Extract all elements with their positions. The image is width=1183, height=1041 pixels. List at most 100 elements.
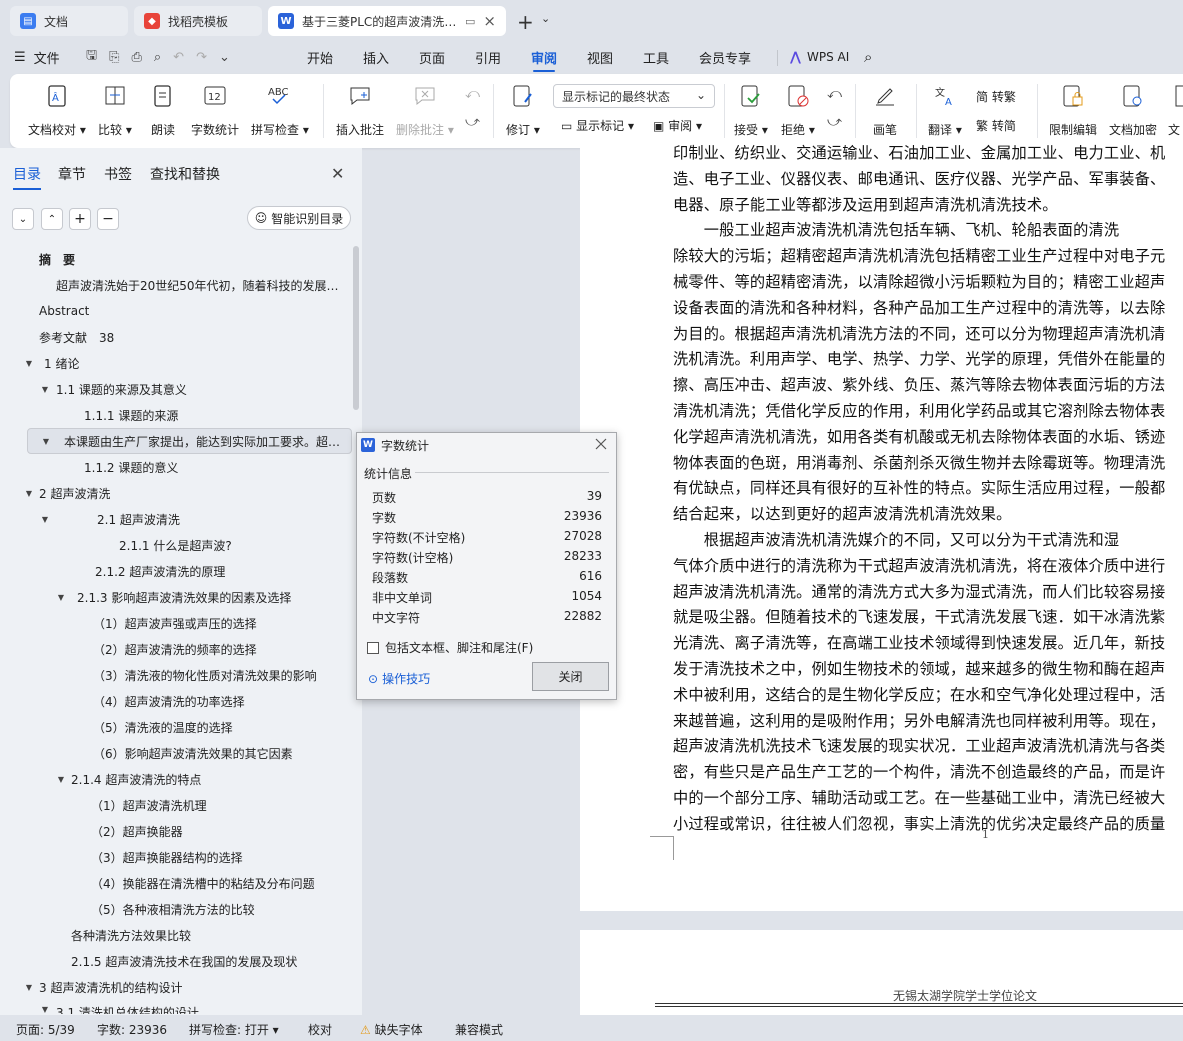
toc-item[interactable]: （4）换能器在清洗槽中的粘结及分布问题 [91,870,315,896]
toc-item[interactable]: （6）影响超声波清洗效果的其它因素 [93,740,293,766]
caret-down-icon[interactable]: ▼ [56,592,66,602]
toc-item[interactable]: （3）清洗液的物化性质对清洗效果的影响 [93,662,317,688]
toc-item[interactable]: 2.1.2 超声波清洗的原理 [95,558,225,584]
include-textbox-checkbox[interactable]: 包括文本框、脚注和尾注(F) [367,639,533,656]
close-button[interactable]: 关闭 [532,662,609,691]
more-ribbon-button[interactable]: 文 [1168,82,1183,142]
tab-find-replace[interactable]: 查找和替换 [150,164,220,184]
caret-down-icon[interactable]: ▼ [40,1004,50,1014]
menu-review[interactable]: 审阅 [531,40,557,74]
toc-item[interactable]: （3）超声换能器结构的选择 [91,844,243,870]
toc-item[interactable]: （2）超声换能器 [91,818,183,844]
toc-item[interactable]: 摘 要 [39,246,75,272]
menu-tools[interactable]: 工具 [643,40,669,74]
close-dialog-icon[interactable] [594,437,608,451]
wps-ai-button[interactable]: ⋀ WPS AI [790,40,849,74]
toc-item[interactable]: ▼ 3 超声波清洗机的结构设计 [24,974,183,1000]
redo-icon[interactable]: ↷ [196,50,207,65]
previous-revision-icon[interactable]: ⤺ [827,86,842,102]
status-word-count[interactable]: 字数: 23936 [97,1021,167,1038]
doc-check-button[interactable]: Â 文档校对 ▾ [28,82,86,142]
toc-item[interactable]: ▼ 2.1.4 超声波清洗的特点 [56,766,201,792]
reject-button[interactable]: 拒绝 ▾ [781,82,815,142]
status-proofread[interactable]: 校对 [308,1021,332,1038]
word-count-button[interactable]: 12 字数统计 [191,82,239,142]
print-preview-icon[interactable]: ⌕ [154,50,161,65]
tab-current-document[interactable]: W 基于三菱PLC的超声波清洗机设计 ▭ × [268,6,506,36]
toc-item[interactable]: 1.1.1 课题的来源 [84,402,178,428]
toc-item[interactable]: ▼ 2.1 超声波清洗 [40,506,180,532]
toc-item[interactable]: ▼ 1 绪论 [24,350,80,376]
revise-button[interactable]: 修订 ▾ [506,82,540,142]
toc-item[interactable]: ▼ 2.1.3 影响超声波清洗效果的因素及选择 [56,584,291,610]
status-missing-font[interactable]: ⚠ 缺失字体 [360,1021,423,1038]
status-spell-check[interactable]: 拼写检查: 打开 ▾ [189,1021,279,1038]
toc-item[interactable]: ▼ 1.1 课题的来源及其意义 [40,376,187,402]
menu-start[interactable]: 开始 [307,40,333,74]
toc-scrollbar[interactable] [353,246,359,410]
toc-item[interactable]: （1）超声波清洗机理 [91,792,207,818]
toc-item[interactable]: （5）清洗液的温度的选择 [93,714,233,740]
checkbox-box[interactable] [367,641,379,654]
review-pane-button[interactable]: ▣ 审阅 ▾ [653,117,702,134]
tab-sections[interactable]: 章节 [58,164,86,184]
status-page[interactable]: 页面: 5/39 [16,1021,75,1038]
caret-down-icon[interactable]: ▼ [41,436,51,446]
menu-page[interactable]: 页面 [419,40,445,74]
add-heading-button[interactable]: + [69,208,91,230]
tips-link[interactable]: ⊙ 操作技巧 [368,670,430,687]
close-pane-icon[interactable]: ✕ [331,164,344,183]
toc-item[interactable]: （5）各种液相清洗方法的比较 [91,896,255,922]
tab-docer-templates[interactable]: ◆ 找稻壳模板 [134,6,262,36]
save-icon[interactable]: 🖫 [86,46,97,68]
menu-insert[interactable]: 插入 [363,40,389,74]
caret-down-icon[interactable]: ▼ [56,774,66,784]
menu-reference[interactable]: 引用 [475,40,501,74]
toc-item-selected[interactable]: ▼ 本课题由生产厂家提出，能达到实际加工要求。超声… [27,428,352,454]
toc-item[interactable]: （2）超声波清洗的频率的选择 [93,636,257,662]
chevron-down-icon[interactable]: ⌄ [541,12,550,25]
caret-down-icon[interactable]: ▼ [40,514,50,524]
caret-down-icon[interactable]: ▼ [24,358,34,368]
close-tab-icon[interactable]: × [483,12,496,30]
menu-member[interactable]: 会员专享 [699,40,751,74]
collapse-button[interactable]: ⌄ [12,208,34,230]
toc-item[interactable]: 1.1.2 课题的意义 [84,454,178,480]
smart-toc-button[interactable]: ☺ 智能识别目录 [247,206,351,230]
tab-toc[interactable]: 目录 [13,164,41,190]
markup-state-select[interactable]: 显示标记的最终状态 ⌄ [553,84,715,108]
remove-heading-button[interactable]: − [97,208,119,230]
menu-view[interactable]: 视图 [587,40,613,74]
doc-encrypt-button[interactable]: 文档加密 [1109,82,1157,142]
more-chevron-icon[interactable]: ⌄ [219,50,230,65]
restrict-edit-button[interactable]: 限制编辑 [1049,82,1097,142]
toc-item[interactable]: Abstract [39,298,89,324]
toc-item[interactable]: （1）超声波声强或声压的选择 [93,610,257,636]
undo-icon[interactable]: ↶ [173,50,184,65]
share-icon[interactable]: ⎘ [109,50,119,65]
tab-bookmarks[interactable]: 书签 [104,164,132,184]
toc-item[interactable]: 2.1.1 什么是超声波? [119,532,232,558]
translate-button[interactable]: 文A 翻译 ▾ [928,82,962,142]
toc-item[interactable]: 超声波清洗始于20世纪50年代初，随着科技的发展… [56,272,346,298]
to-simplified-button[interactable]: 繁 转简 [976,117,1016,134]
delete-comment-button[interactable]: 删除批注 ▾ [396,82,454,142]
toc-item[interactable]: 各种清洗方法效果比较 [71,922,191,948]
next-comment-icon[interactable]: ⤻ [465,114,480,130]
search-icon[interactable]: ⌕ [864,40,872,74]
monitor-icon[interactable]: ▭ [465,15,475,28]
spell-check-button[interactable]: ABC 拼写检查 ▾ [251,82,309,142]
toc-item[interactable]: ▼ 2 超声波清洗 [24,480,111,506]
next-revision-icon[interactable]: ⤻ [827,114,842,130]
caret-down-icon[interactable]: ▼ [40,384,50,394]
show-markup-button[interactable]: ▭ 显示标记 ▾ [561,117,634,134]
previous-comment-icon[interactable]: ⤺ [465,86,480,102]
caret-down-icon[interactable]: ▼ [24,982,34,992]
toc-item[interactable]: 2.1.5 超声波清洗技术在我国的发展及现状 [71,948,297,974]
brush-button[interactable]: 画笔 [872,82,898,142]
print-icon[interactable]: ⎙ [131,50,141,65]
toc-item[interactable]: 参考文献 38 [39,324,114,350]
to-traditional-button[interactable]: 简 转繁 [976,88,1016,105]
toc-item[interactable]: ▼ 3.1 清洗机总体结构的设计 [40,1000,199,1015]
insert-comment-button[interactable]: 插入批注 [336,82,384,142]
